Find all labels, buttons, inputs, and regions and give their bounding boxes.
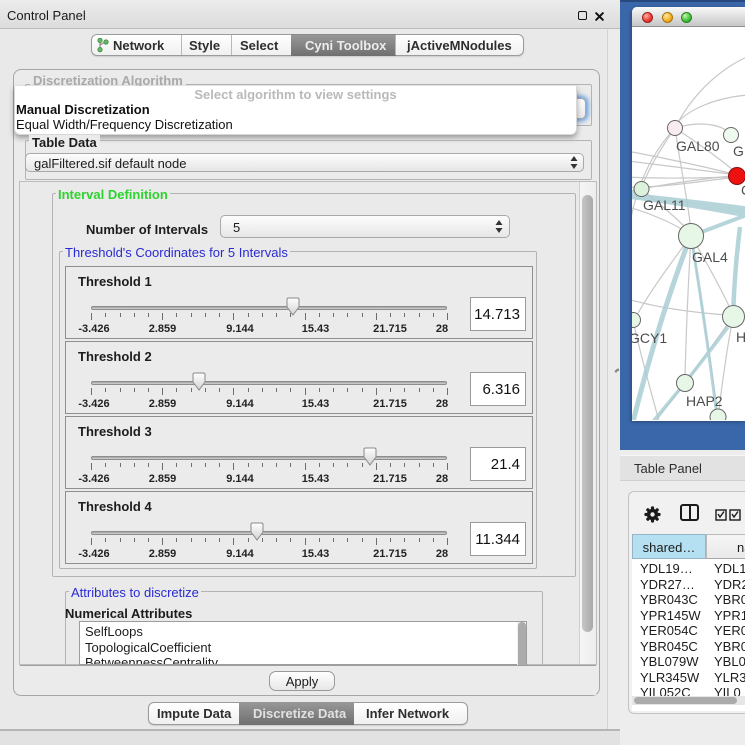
- svg-text:GAL4: GAL4: [692, 249, 728, 265]
- svg-text:G.: G.: [733, 143, 745, 159]
- svg-text:GCY1: GCY1: [632, 330, 667, 346]
- svg-text:GAL11: GAL11: [643, 197, 686, 213]
- svg-text:GAL80: GAL80: [676, 138, 720, 154]
- svg-text:HAP2: HAP2: [686, 393, 723, 409]
- svg-text:H: H: [736, 329, 745, 345]
- svg-text:C: C: [741, 182, 745, 198]
